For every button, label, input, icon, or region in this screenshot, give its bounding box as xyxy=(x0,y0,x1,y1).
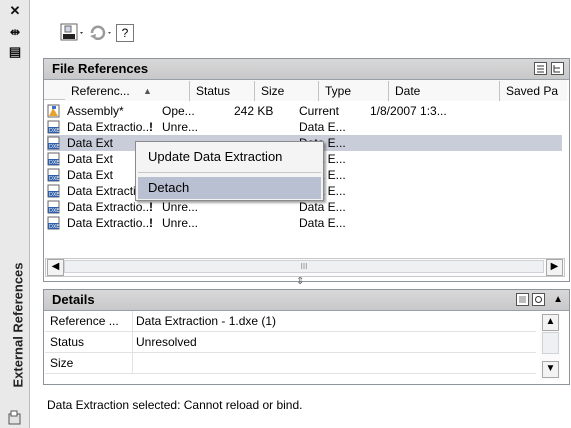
column-size-label: Size xyxy=(261,84,285,98)
properties-menu-icon[interactable]: ▤ xyxy=(6,44,24,60)
file-reference-row[interactable]: DXE Data Extractio...! Unre... Data E... xyxy=(47,215,562,231)
details-key: Status xyxy=(50,335,85,349)
details-vertical-scrollbar[interactable]: ▲ ▼ xyxy=(540,312,560,380)
collapse-details-icon[interactable]: ▲ xyxy=(553,290,563,310)
column-reference[interactable]: Referenc... ▲ xyxy=(65,81,190,101)
dxe-file-icon: DXE xyxy=(47,200,60,214)
attach-dwg-button[interactable] xyxy=(60,22,86,44)
attach-dwg-icon xyxy=(60,23,83,41)
scroll-up-icon[interactable]: ▲ xyxy=(542,314,559,331)
details-value: Unresolved xyxy=(132,332,197,352)
details-key: Reference ... xyxy=(50,314,119,328)
column-saved-path[interactable]: Saved Pa xyxy=(500,81,567,101)
palette-dock-strip: ✕ ⇹ ▤ External References xyxy=(0,0,30,428)
dxe-file-icon: DXE xyxy=(47,136,60,150)
help-icon: ? xyxy=(121,26,129,40)
cell-flag: ! xyxy=(149,120,153,134)
file-reference-row[interactable]: DXE Data Extractio...! Unre... Data E... xyxy=(47,119,562,135)
dxe-file-icon: DXE xyxy=(47,168,60,182)
column-type[interactable]: Type xyxy=(319,81,389,101)
status-message: Data Extraction selected: Cannot reload … xyxy=(47,398,303,412)
refresh-button[interactable] xyxy=(88,22,114,44)
details-row: Size xyxy=(45,353,536,374)
svg-text:DXE: DXE xyxy=(49,144,59,150)
xref-palette-icon xyxy=(8,410,21,425)
horizontal-scrollbar[interactable]: ◀ III ▶ xyxy=(45,258,565,277)
scroll-left-icon[interactable]: ◀ xyxy=(47,259,64,276)
column-size[interactable]: Size xyxy=(255,81,319,101)
palette-title: External References xyxy=(10,262,26,388)
column-status[interactable]: Status xyxy=(190,81,255,101)
column-reference-label: Referenc... xyxy=(71,84,130,98)
details-panel: Details ▲ Reference ... Data Extraction … xyxy=(43,289,570,385)
column-date[interactable]: Date xyxy=(389,81,500,101)
cell-status: Unre... xyxy=(162,216,199,230)
cell-status: Unre... xyxy=(162,200,199,214)
refresh-icon xyxy=(90,25,111,40)
cell-status: Unre... xyxy=(162,120,199,134)
details-value: Data Extraction - 1.dxe (1) xyxy=(132,311,276,331)
dxe-file-icon: DXE xyxy=(47,216,60,230)
cell-status: Ope... xyxy=(162,104,195,118)
file-reference-row[interactable]: DXE Data Extractio...! Unre... Data E... xyxy=(47,199,562,215)
svg-text:DXE: DXE xyxy=(49,224,59,230)
cell-flag: ! xyxy=(149,200,153,214)
menu-separator xyxy=(138,172,321,173)
splitter-icon[interactable]: ⇕ xyxy=(296,276,304,287)
svg-text:DXE: DXE xyxy=(49,192,59,198)
cell-type: Current xyxy=(299,104,340,118)
cell-size: 242 KB xyxy=(234,104,274,118)
cell-flag: ! xyxy=(149,216,153,230)
cell-name: Data Extractio... xyxy=(67,120,152,134)
scroll-right-icon[interactable]: ▶ xyxy=(546,259,563,276)
list-view-icon[interactable] xyxy=(534,62,547,75)
file-reference-row[interactable]: Assembly* Ope... 242 KB Current 1/8/2007 1:3… xyxy=(47,103,562,119)
menu-item-update-data-extraction[interactable]: Update Data Extraction xyxy=(138,146,321,168)
dxe-file-icon: DXE xyxy=(47,152,60,166)
preview-icon[interactable] xyxy=(532,293,545,306)
details-row: Status Unresolved xyxy=(45,332,536,353)
context-menu: Update Data Extraction Detach xyxy=(135,141,324,201)
dxe-file-icon: DXE xyxy=(47,120,60,134)
cell-type: Data E... xyxy=(299,216,346,230)
column-type-label: Type xyxy=(325,84,352,98)
dxe-file-icon: DXE xyxy=(47,184,60,198)
cell-type: Data E... xyxy=(299,120,346,134)
details-header: Details ▲ xyxy=(44,290,569,311)
menu-item-detach[interactable]: Detach xyxy=(138,177,321,199)
drawing-file-icon xyxy=(47,104,60,118)
column-status-label: Status xyxy=(196,84,231,98)
cell-name: Data Extractio... xyxy=(67,216,152,230)
sort-ascending-icon: ▲ xyxy=(143,86,152,96)
scroll-down-icon[interactable]: ▼ xyxy=(542,361,559,378)
scroll-thumb[interactable]: III xyxy=(64,260,544,273)
close-icon[interactable]: ✕ xyxy=(6,3,24,19)
cell-type: Data E... xyxy=(299,200,346,214)
file-references-title: File References xyxy=(52,61,149,76)
cell-name: Assembly* xyxy=(67,104,124,118)
cell-name: Data Extractio... xyxy=(67,200,152,214)
tree-view-icon[interactable] xyxy=(551,62,564,75)
svg-text:DXE: DXE xyxy=(49,128,59,134)
auto-hide-icon[interactable]: ⇹ xyxy=(6,24,24,40)
column-saved-path-label: Saved Pa xyxy=(506,84,559,98)
svg-text:DXE: DXE xyxy=(49,160,59,166)
details-key: Size xyxy=(50,356,74,370)
details-value xyxy=(132,353,136,373)
details-view-icon[interactable] xyxy=(516,293,529,306)
svg-text:DXE: DXE xyxy=(49,176,59,182)
svg-text:DXE: DXE xyxy=(49,208,59,214)
details-scroll-thumb[interactable] xyxy=(542,332,559,354)
details-row: Reference ... Data Extraction - 1.dxe (1… xyxy=(45,311,536,332)
help-button[interactable]: ? xyxy=(116,24,134,42)
scroll-grip: III xyxy=(300,262,308,271)
cell-date: 1/8/2007 1:3... xyxy=(370,104,447,118)
column-date-label: Date xyxy=(395,84,421,98)
file-references-header: File References xyxy=(44,59,569,80)
details-title: Details xyxy=(52,292,95,307)
